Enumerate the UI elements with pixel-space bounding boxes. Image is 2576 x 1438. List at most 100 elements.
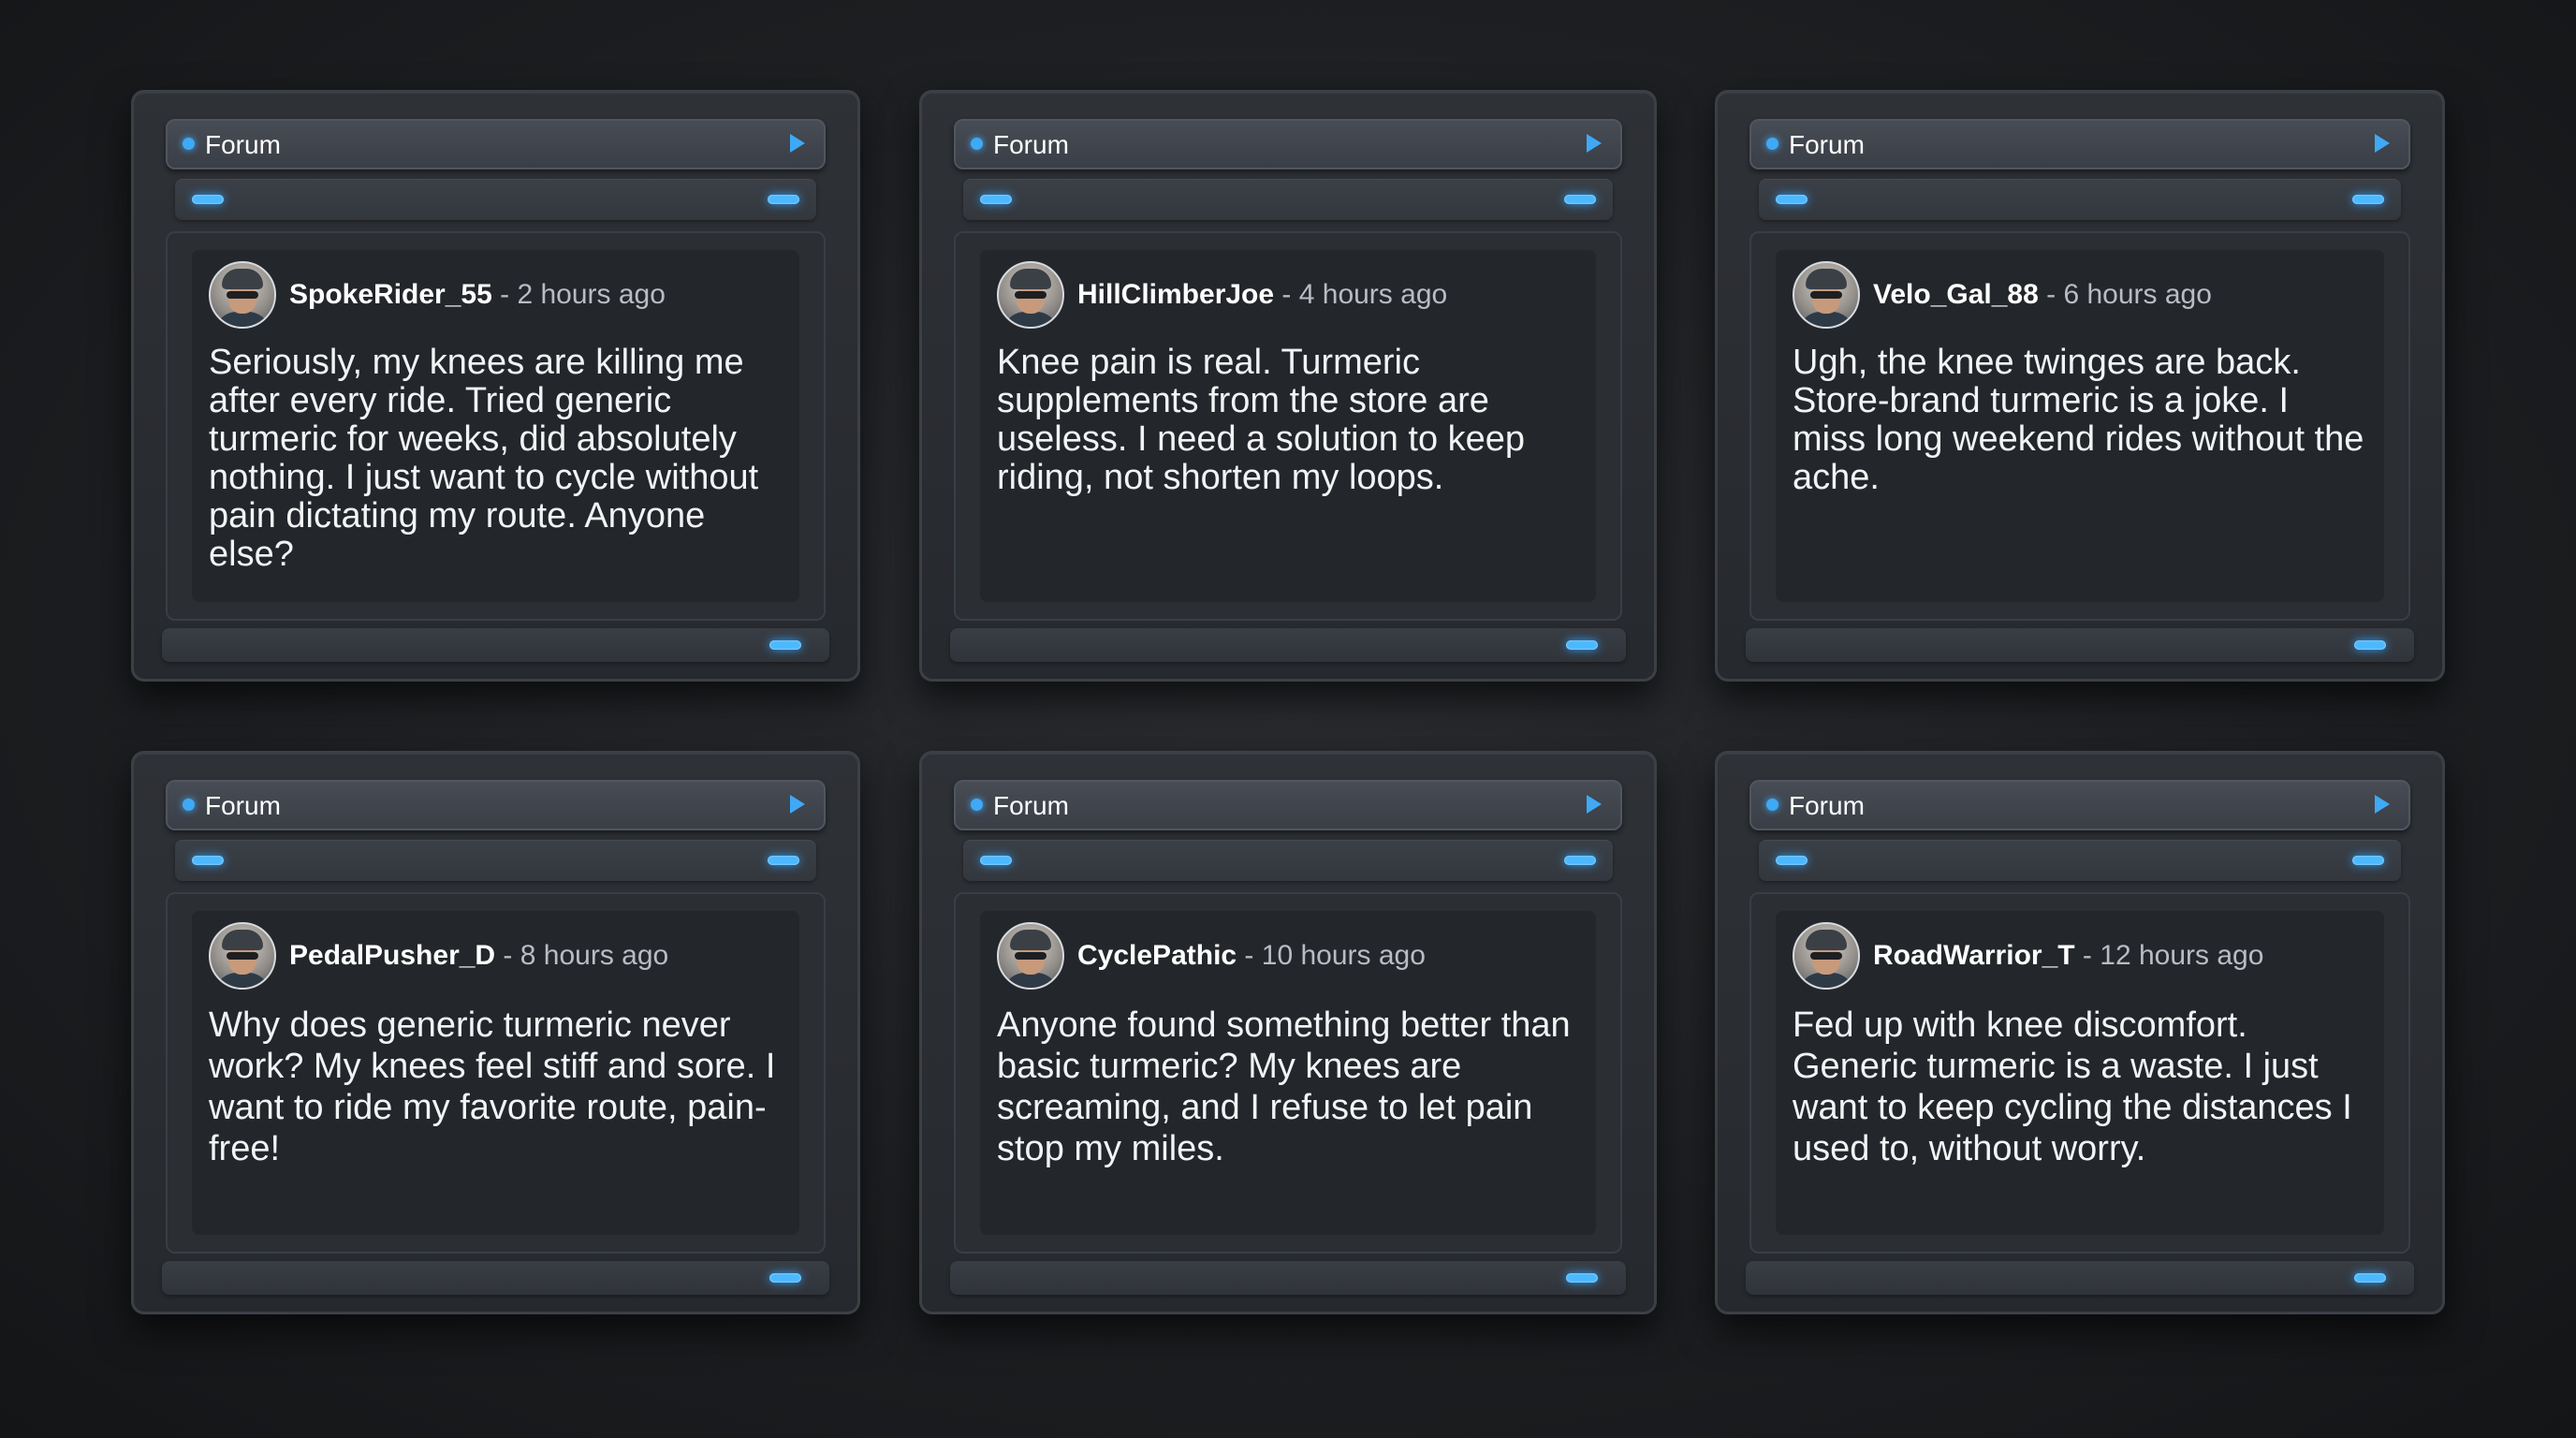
card-footer [162, 628, 829, 662]
post-panel: HillClimberJoe - 4 hours ago Knee pain i… [954, 231, 1622, 621]
indicator-light-left [1776, 856, 1808, 865]
indicator-light-left [980, 856, 1012, 865]
indicator-light-right [768, 856, 799, 865]
meta-separator: - [491, 279, 518, 310]
avatar[interactable] [1793, 261, 1860, 329]
forum-title: Forum [205, 791, 281, 820]
forum-card: Forum SpokeRider_55 - 2 hours ago Seriou… [131, 90, 860, 682]
forum-title-bar[interactable]: Forum [1749, 119, 2410, 169]
indicator-light-footer [769, 640, 801, 650]
forum-title-bar[interactable]: Forum [1749, 780, 2410, 830]
post-body: Knee pain is real. Turmeric supplements … [997, 343, 1526, 497]
play-arrow-icon[interactable] [790, 134, 805, 153]
toolbar [963, 179, 1613, 220]
post-timestamp: 12 hours ago [2100, 940, 2264, 971]
post-meta: PedalPusher_D - 8 hours ago [289, 939, 668, 973]
avatar[interactable] [997, 922, 1064, 990]
indicator-light-footer [1566, 1273, 1598, 1283]
meta-separator: - [1274, 279, 1299, 310]
toolbar [175, 179, 816, 220]
forum-title: Forum [205, 130, 281, 159]
card-footer [162, 1261, 829, 1295]
toolbar [1759, 840, 2401, 881]
avatar[interactable] [1793, 922, 1860, 990]
forum-title: Forum [1789, 791, 1865, 820]
indicator-light-right [2352, 195, 2384, 204]
status-dot-icon [971, 799, 983, 811]
status-dot-icon [1766, 799, 1778, 811]
toolbar [963, 840, 1613, 881]
post-panel: RoadWarrior_T - 12 hours ago Fed up with… [1749, 892, 2410, 1254]
username-link[interactable]: CyclePathic [1077, 940, 1237, 971]
username-link[interactable]: HillClimberJoe [1077, 279, 1274, 310]
forum-title-bar[interactable]: Forum [166, 780, 826, 830]
post-meta: RoadWarrior_T - 12 hours ago [1873, 939, 2263, 973]
meta-separator: - [495, 940, 520, 971]
indicator-light-left [980, 195, 1012, 204]
post-content: HillClimberJoe - 4 hours ago Knee pain i… [980, 250, 1596, 602]
play-arrow-icon[interactable] [1587, 134, 1602, 153]
forum-title: Forum [993, 791, 1069, 820]
status-dot-icon [1766, 138, 1778, 150]
indicator-light-footer [769, 1273, 801, 1283]
indicator-light-right [2352, 856, 2384, 865]
avatar[interactable] [209, 922, 276, 990]
indicator-light-footer [2354, 1273, 2386, 1283]
post-panel: CyclePathic - 10 hours ago Anyone found … [954, 892, 1622, 1254]
status-dot-icon [971, 138, 983, 150]
post-content: Velo_Gal_88 - 6 hours ago Ugh, the knee … [1776, 250, 2384, 602]
indicator-light-right [1564, 195, 1596, 204]
post-timestamp: 4 hours ago [1298, 279, 1448, 310]
forum-card: Forum RoadWarrior_T - 12 hours ago Fed u… [1715, 751, 2445, 1314]
post-body: Fed up with knee discomfort. Generic tur… [1793, 1005, 2352, 1168]
forum-card: Forum PedalPusher_D - 8 hours ago Why do… [131, 751, 860, 1314]
indicator-light-footer [2354, 640, 2386, 650]
post-timestamp: 2 hours ago [517, 279, 666, 310]
username-link[interactable]: SpokeRider_55 [289, 279, 492, 310]
post-body: Seriously, my knees are killing me after… [209, 343, 759, 574]
indicator-light-left [1776, 195, 1808, 204]
avatar[interactable] [209, 261, 276, 329]
post-panel: PedalPusher_D - 8 hours ago Why does gen… [166, 892, 826, 1254]
indicator-light-footer [1566, 640, 1598, 650]
indicator-light-left [192, 856, 224, 865]
post-timestamp: 8 hours ago [520, 940, 669, 971]
meta-separator: - [2074, 940, 2100, 971]
status-dot-icon [183, 138, 195, 150]
post-timestamp: 10 hours ago [1261, 940, 1426, 971]
post-body: Anyone found something better than basic… [997, 1005, 1571, 1168]
forum-card: Forum HillClimberJoe - 4 hours ago Knee … [919, 90, 1657, 682]
avatar[interactable] [997, 261, 1064, 329]
play-arrow-icon[interactable] [2375, 134, 2390, 153]
post-body: Why does generic turmeric never work? My… [209, 1005, 776, 1168]
post-panel: Velo_Gal_88 - 6 hours ago Ugh, the knee … [1749, 231, 2410, 621]
indicator-light-right [768, 195, 799, 204]
post-content: RoadWarrior_T - 12 hours ago Fed up with… [1776, 911, 2384, 1235]
post-timestamp: 6 hours ago [2063, 279, 2212, 310]
post-content: SpokeRider_55 - 2 hours ago Seriously, m… [192, 250, 799, 602]
post-content: CyclePathic - 10 hours ago Anyone found … [980, 911, 1596, 1235]
card-footer [1746, 1261, 2414, 1295]
play-arrow-icon[interactable] [2375, 795, 2390, 814]
toolbar [175, 840, 816, 881]
forum-title-bar[interactable]: Forum [954, 119, 1622, 169]
post-body: Ugh, the knee twinges are back. Store-br… [1793, 343, 2364, 497]
post-meta: Velo_Gal_88 - 6 hours ago [1873, 278, 2212, 312]
forum-card: Forum Velo_Gal_88 - 6 hours ago Ugh, the… [1715, 90, 2445, 682]
status-dot-icon [183, 799, 195, 811]
card-footer [950, 1261, 1626, 1295]
forum-card: Forum CyclePathic - 10 hours ago Anyone … [919, 751, 1657, 1314]
username-link[interactable]: RoadWarrior_T [1873, 940, 2075, 971]
meta-separator: - [2038, 279, 2064, 310]
username-link[interactable]: PedalPusher_D [289, 940, 495, 971]
play-arrow-icon[interactable] [790, 795, 805, 814]
forum-title: Forum [1789, 130, 1865, 159]
post-panel: SpokeRider_55 - 2 hours ago Seriously, m… [166, 231, 826, 621]
forum-title-bar[interactable]: Forum [954, 780, 1622, 830]
forum-title-bar[interactable]: Forum [166, 119, 826, 169]
username-link[interactable]: Velo_Gal_88 [1873, 279, 2039, 310]
post-meta: SpokeRider_55 - 2 hours ago [289, 278, 666, 312]
forum-title: Forum [993, 130, 1069, 159]
post-meta: CyclePathic - 10 hours ago [1077, 939, 1426, 973]
play-arrow-icon[interactable] [1587, 795, 1602, 814]
